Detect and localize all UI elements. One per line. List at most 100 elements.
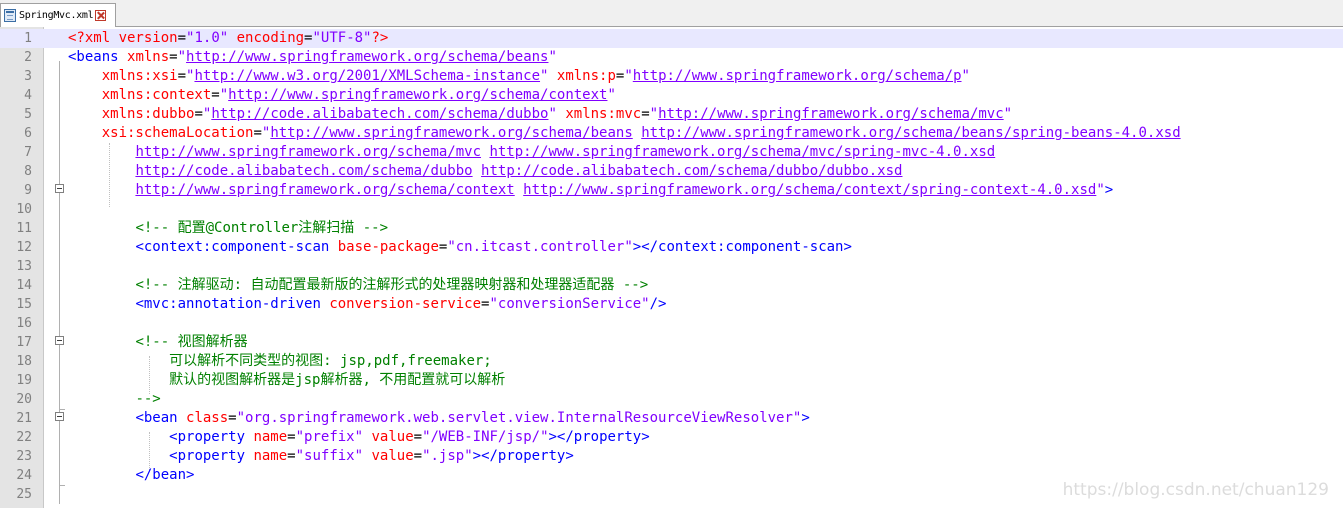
code-token: <!-- 注解驱动: 自动配置最新版的注解形式的处理器映射器和处理器适配器 --… <box>135 277 649 293</box>
code-token: http://code.alibabatech.com/schema/dubbo <box>211 106 549 122</box>
code-line[interactable]: 2 <beans xmlns="http://www.springframewor… <box>0 48 1343 67</box>
line-number: 3 <box>24 69 32 84</box>
code-token: "org.springframework.web.servlet.view.In… <box>236 410 802 426</box>
code-token: = <box>177 30 187 46</box>
line-number: 17 <box>16 335 32 350</box>
code-token: = <box>169 49 178 65</box>
code-token: <context:component-scan <box>135 239 338 255</box>
code-token: ".jsp" <box>422 448 473 464</box>
code-token: "/WEB-INF/jsp/" <box>422 429 549 445</box>
code-line[interactable]: 20 --> <box>0 390 1343 409</box>
code-token: "UTF-8" <box>312 30 372 46</box>
tab-springmvc-xml[interactable]: SpringMvc.xml <box>0 3 116 27</box>
code-token: encoding <box>228 30 305 46</box>
code-line[interactable]: 8 http://code.alibabatech.com/schema/dub… <box>0 162 1343 181</box>
line-number: 6 <box>24 126 32 141</box>
code-token: " <box>624 68 633 84</box>
code-token: "conversionService" <box>489 296 650 312</box>
code-token: xsi:schemaLocation <box>101 125 254 141</box>
code-text: 默认的视图解析器是jsp解析器, 不用配置就可以解析 <box>68 371 505 390</box>
code-token: = <box>253 125 262 141</box>
line-number: 4 <box>24 88 32 103</box>
code-token: value <box>363 448 414 464</box>
code-line[interactable]: 14 <!-- 注解驱动: 自动配置最新版的注解形式的处理器映射器和处理器适配器… <box>0 276 1343 295</box>
line-number: 24 <box>16 468 32 483</box>
line-number: 12 <box>16 240 32 255</box>
code-token: = <box>641 106 650 122</box>
code-token: xmlns:xsi <box>101 68 178 84</box>
code-text: <context:component-scan base-package="cn… <box>68 238 851 257</box>
code-line[interactable]: 22 <property name="prefix" value="/WEB-I… <box>0 428 1343 447</box>
code-token: = <box>228 410 237 426</box>
code-line[interactable]: 13 <box>0 257 1343 276</box>
code-line[interactable]: 7 http://www.springframework.org/schema/… <box>0 143 1343 162</box>
tab-bar: SpringMvc.xml <box>0 0 1343 27</box>
code-token: <property <box>169 448 254 464</box>
code-line[interactable]: 16 <box>0 314 1343 333</box>
line-number: 10 <box>16 202 32 217</box>
code-line[interactable]: 17 <!-- 视图解析器 <box>0 333 1343 352</box>
code-line[interactable]: 19 默认的视图解析器是jsp解析器, 不用配置就可以解析 <box>0 371 1343 390</box>
line-number: 25 <box>16 487 32 502</box>
code-token: xmlns:context <box>101 87 212 103</box>
code-text: xsi:schemaLocation="http://www.springfra… <box>68 124 1181 143</box>
code-line[interactable]: 3 xmlns:xsi= " http://www.w3.org/2001/XMLS… <box>0 67 1343 86</box>
code-editor[interactable]: 1 <?xml version="1.0" encoding="UTF-8"?> 2… <box>0 27 1343 508</box>
line-number: 9 <box>24 183 32 198</box>
tab-label: SpringMvc.xml <box>19 10 94 21</box>
code-token: http://www.springframework.org/schema/mv… <box>489 144 996 160</box>
code-text: xmlns:xsi= " http://www.w3.org/2001/XMLSch… <box>68 67 970 86</box>
code-token: base-package <box>337 239 439 255</box>
line-number: 7 <box>24 145 32 160</box>
code-token: "suffix" <box>295 448 364 464</box>
code-token: <!-- 配置@Controller注解扫描 --> <box>135 220 389 236</box>
code-line[interactable]: 6 xsi:schemaLocation="http://www.springf… <box>0 124 1343 143</box>
code-token: = <box>177 68 187 84</box>
code-line[interactable]: 23 <property name="suffix" value=".jsp">… <box>0 447 1343 466</box>
code-line[interactable]: 15 <mvc:annotation-driven conversion-ser… <box>0 295 1343 314</box>
code-token: http://www.springframework.org/schema/mv… <box>658 106 1004 122</box>
code-text: <property name="prefix" value="/WEB-INF/… <box>68 428 650 447</box>
code-token: " <box>1096 182 1105 198</box>
code-line[interactable]: 12 <context:component-scan base-package=… <box>0 238 1343 257</box>
line-number: 19 <box>16 373 32 388</box>
code-token: " <box>1003 106 1013 122</box>
line-number: 8 <box>24 164 32 179</box>
code-token: = <box>413 429 423 445</box>
code-token: xmlns:p <box>548 68 616 84</box>
code-token: " <box>548 49 557 65</box>
line-number: 11 <box>16 221 32 236</box>
close-tab-icon[interactable] <box>95 10 107 21</box>
code-text: --> <box>68 390 160 409</box>
code-line[interactable]: 9 http://www.springframework.org/schema/… <box>0 181 1343 200</box>
line-number: 22 <box>16 430 32 445</box>
code-line[interactable]: 11 <!-- 配置@Controller注解扫描 --> <box>0 219 1343 238</box>
watermark: https://blog.csdn.net/chuan129 <box>1062 480 1329 500</box>
code-line[interactable]: 10 <box>0 200 1343 219</box>
code-token: " <box>548 106 557 122</box>
code-line[interactable]: 21 <bean class="org.springframework.web.… <box>0 409 1343 428</box>
line-number: 15 <box>16 297 32 312</box>
code-line[interactable]: 1 <?xml version="1.0" encoding="UTF-8"?> <box>0 29 1343 48</box>
line-number: 14 <box>16 278 32 293</box>
code-line[interactable]: 18 可以解析不同类型的视图: jsp,pdf,freemaker; <box>0 352 1343 371</box>
code-token: name <box>253 429 288 445</box>
code-line[interactable]: 4 xmlns:context="http://www.springframew… <box>0 86 1343 105</box>
code-token: = <box>211 87 220 103</box>
code-token: /> <box>649 296 667 312</box>
code-line[interactable]: 5 xmlns:dubbo="http://code.alibabatech.c… <box>0 105 1343 124</box>
code-token: ></property> <box>472 448 574 464</box>
line-number: 2 <box>24 50 32 65</box>
